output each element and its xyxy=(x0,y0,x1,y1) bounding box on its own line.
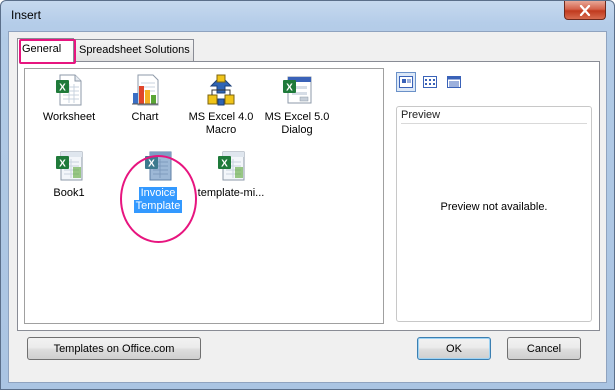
tab-panel-general: X Worksheet Chart MS Excel 4.0 Macro X M… xyxy=(17,61,600,331)
preview-message: Preview not available. xyxy=(440,201,548,213)
details-view-icon xyxy=(447,76,461,88)
tab-spreadsheet-solutions-label: Spreadsheet Solutions xyxy=(79,44,190,56)
svg-text:X: X xyxy=(221,159,228,170)
preview-pane: Preview Preview not available. xyxy=(396,106,592,322)
template-label: template-mi... xyxy=(197,187,265,199)
excel-dialog-icon: X xyxy=(281,73,313,107)
chart-icon xyxy=(129,73,161,107)
template-label: MS Excel 5.0 Dialog xyxy=(264,111,330,136)
preview-divider xyxy=(401,123,587,124)
template-item-template-mi[interactable]: X template-mi... xyxy=(193,149,269,200)
large-icons-view-button[interactable] xyxy=(396,72,416,92)
svg-text:X: X xyxy=(286,83,293,94)
template-item-book1[interactable]: X Book1 xyxy=(31,149,107,200)
excel-template-icon: X xyxy=(142,149,174,183)
template-item-invoice-template[interactable]: X Invoice Template xyxy=(120,149,196,213)
template-item-worksheet[interactable]: X Worksheet xyxy=(31,73,107,124)
tab-general[interactable]: General xyxy=(17,38,74,62)
template-label: MS Excel 4.0 Macro xyxy=(188,111,254,136)
excel-worksheet-icon: X xyxy=(53,73,85,107)
template-label: Worksheet xyxy=(42,111,96,123)
template-item-excel-dialog[interactable]: X MS Excel 5.0 Dialog xyxy=(259,73,335,137)
excel-macro-icon xyxy=(205,73,237,107)
tab-general-label: General xyxy=(22,43,62,55)
template-label: Book1 xyxy=(53,187,85,199)
list-view-icon xyxy=(423,76,437,88)
template-label: Invoice Template xyxy=(133,187,183,213)
excel-template-icon: X xyxy=(215,149,247,183)
close-icon xyxy=(579,4,591,16)
title-bar[interactable]: Insert xyxy=(1,1,614,31)
template-label: Chart xyxy=(131,111,159,123)
window-title: Insert xyxy=(11,8,42,22)
excel-template-icon: X xyxy=(53,149,85,183)
preview-title: Preview xyxy=(401,109,441,121)
close-button[interactable] xyxy=(564,1,606,20)
ok-button[interactable]: OK xyxy=(417,337,491,360)
list-view-button[interactable] xyxy=(420,72,440,92)
template-item-excel-macro[interactable]: MS Excel 4.0 Macro xyxy=(183,73,259,137)
dialog-body: General Spreadsheet Solutions X Workshee… xyxy=(8,31,607,383)
templates-on-office-button[interactable]: Templates on Office.com xyxy=(27,337,201,360)
tab-spreadsheet-solutions[interactable]: Spreadsheet Solutions xyxy=(74,39,194,61)
svg-text:X: X xyxy=(148,159,155,170)
svg-text:X: X xyxy=(59,159,66,170)
template-item-chart[interactable]: Chart xyxy=(107,73,183,124)
insert-dialog: Insert General Spreadsheet Solutions X W… xyxy=(0,0,615,390)
details-view-button[interactable] xyxy=(444,72,464,92)
svg-text:X: X xyxy=(59,83,66,94)
cancel-button[interactable]: Cancel xyxy=(507,337,581,360)
template-list: X Worksheet Chart MS Excel 4.0 Macro X M… xyxy=(24,68,384,324)
large-icons-view-icon xyxy=(399,76,413,88)
